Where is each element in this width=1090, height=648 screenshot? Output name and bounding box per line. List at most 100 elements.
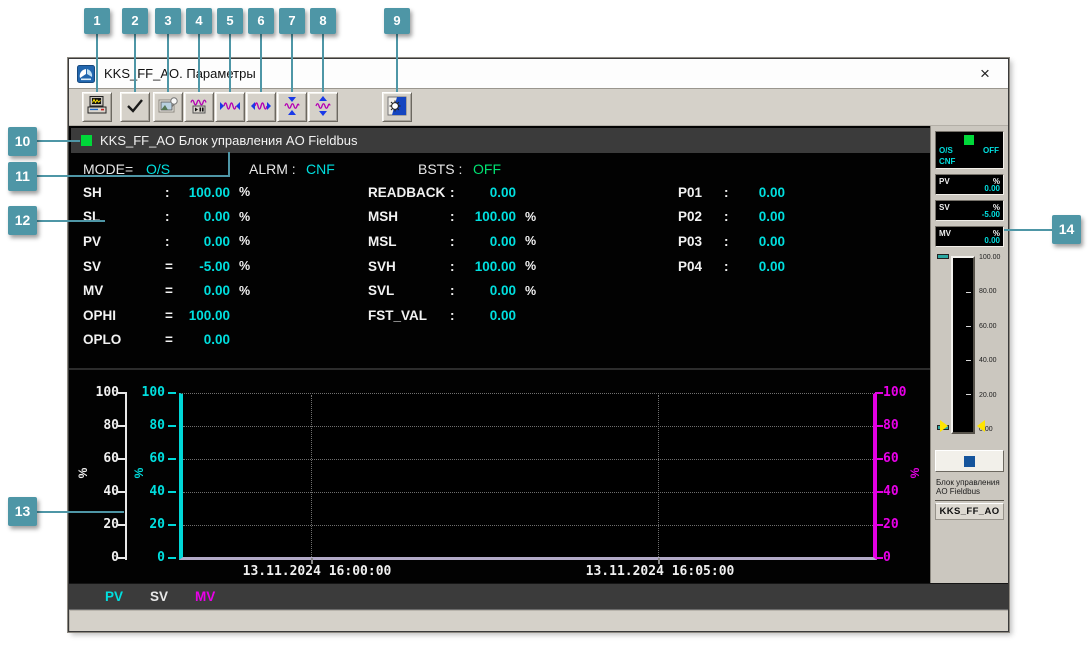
trend-expand-vertical-icon xyxy=(313,95,333,119)
callout-line-6 xyxy=(260,32,262,92)
pv-axis-label: 80 xyxy=(149,418,165,433)
bsts-value: OFF xyxy=(473,161,501,177)
faceplate-mode: O/S xyxy=(939,146,953,155)
callout-line-12 xyxy=(36,220,105,222)
trend-expand-vertical-button[interactable] xyxy=(308,92,338,122)
callout-line-5 xyxy=(229,32,231,92)
faceplate-tag: KKS_FF_AO xyxy=(935,503,1004,520)
mode-value[interactable]: O/S xyxy=(146,157,170,181)
gauge-scale-label: 20.00 xyxy=(979,392,997,399)
mv-axis-label: 60 xyxy=(883,451,899,466)
param-row-sl: SL:0.00% xyxy=(83,209,251,225)
axis-tick xyxy=(168,392,176,394)
callout-9: 9 xyxy=(384,8,410,34)
sv-axis-unit: % xyxy=(76,467,90,479)
trend-legend: PV SV MV xyxy=(69,583,1008,609)
param-row-mv: MV = 0.00% xyxy=(83,283,251,299)
callout-12: 12 xyxy=(8,206,37,235)
axis-tick xyxy=(118,491,125,493)
trend-compress-vertical-button[interactable] xyxy=(277,92,307,122)
axis-tick xyxy=(168,425,176,427)
param-row-msl: MSL:0.00% xyxy=(368,233,537,249)
x-axis-timestamp: 13.11.2024 16:00:00 xyxy=(242,564,392,579)
axis-tick xyxy=(168,491,176,493)
faceplate-sv-box: SV % -5.00 xyxy=(935,200,1004,221)
callout-line-4 xyxy=(198,32,200,92)
trend-expand-horizontal-button[interactable] xyxy=(246,92,276,122)
param-column-3: P01:0.00 P02:0.00 P03:0.00 P04:0.00 xyxy=(678,180,785,278)
theme-toggle-button[interactable] xyxy=(382,92,412,122)
alrm-label: ALRM : xyxy=(249,161,296,177)
trend-pause-icon xyxy=(189,97,209,118)
callout-11: 11 xyxy=(8,162,37,191)
panel-divider xyxy=(69,368,930,370)
high-limit-marker[interactable] xyxy=(937,254,949,259)
window-title: KKS_FF_AO. Параметры xyxy=(104,66,256,81)
callout-10: 10 xyxy=(8,127,37,156)
callout-line-13 xyxy=(36,511,124,513)
trend-compress-horizontal-icon xyxy=(219,97,241,118)
parameters-window: KKS_FF_AO. Параметры × KKS_FF_AO Блок уп… xyxy=(68,58,1009,632)
faceplate-pv-box: PV % 0.00 xyxy=(935,174,1004,195)
titlebar: KKS_FF_AO. Параметры × xyxy=(69,59,1008,89)
gridline-h xyxy=(183,492,873,493)
apply-button[interactable] xyxy=(120,92,150,122)
pv-axis-label: 20 xyxy=(149,517,165,532)
faceplate-bar-gauge: 100.00 80.00 60.00 40.00 20.00 0.00 xyxy=(935,252,1004,444)
window-status-bar xyxy=(69,609,1008,631)
callout-line-3 xyxy=(167,32,169,92)
apply-check-icon xyxy=(125,97,145,118)
param-row-readback: READBACK:0.00 xyxy=(368,184,516,200)
trend-compress-horizontal-button[interactable] xyxy=(215,92,245,122)
callout-line-11 xyxy=(36,175,230,177)
callout-line-10 xyxy=(36,140,80,142)
sv-axis-label: 100 xyxy=(95,385,119,400)
print-screen-button[interactable] xyxy=(82,92,112,122)
callout-2: 2 xyxy=(122,8,148,34)
callout-7: 7 xyxy=(279,8,305,34)
faceplate-stop-button[interactable] xyxy=(935,450,1004,472)
screenshot-canvas: 1 2 3 4 5 6 7 8 9 10 11 12 13 14 KKS_FF_… xyxy=(0,0,1090,648)
trend-expand-horizontal-icon xyxy=(250,97,272,118)
close-button[interactable]: × xyxy=(970,61,1000,87)
mv-axis-label: 40 xyxy=(883,484,899,499)
sv-axis-label: 80 xyxy=(103,418,119,433)
callout-13: 13 xyxy=(8,497,37,526)
setpoint-pointer-right[interactable] xyxy=(977,420,985,432)
stop-square-icon xyxy=(964,455,975,467)
axis-tick xyxy=(168,524,176,526)
mv-axis-label: 0 xyxy=(883,550,891,565)
axis-tick xyxy=(118,392,125,394)
callout-14: 14 xyxy=(1052,215,1081,244)
trend-pause-button[interactable] xyxy=(184,92,214,122)
pv-axis-label: 40 xyxy=(149,484,165,499)
param-row-oplo: OPLO = 0.00 xyxy=(83,332,230,348)
window-content: KKS_FF_AO Блок управления AO Fieldbus MO… xyxy=(69,126,1008,583)
faceplate: O/S OFF CNF PV % 0.00 SV % -5.00 MV % 0.… xyxy=(930,126,1008,583)
gauge-bar xyxy=(951,256,975,434)
setpoint-pointer-left[interactable] xyxy=(940,420,948,432)
callout-line-14 xyxy=(1004,229,1052,231)
callout-5: 5 xyxy=(217,8,243,34)
snapshot-button[interactable] xyxy=(153,92,183,122)
legend-item-mv[interactable]: MV xyxy=(195,589,215,604)
callout-line-2 xyxy=(134,32,136,92)
gauge-scale-label: 80.00 xyxy=(979,288,997,295)
gauge-tick xyxy=(966,394,971,395)
legend-item-pv[interactable]: PV xyxy=(105,589,123,604)
callout-line-1 xyxy=(96,32,98,92)
axis-tick xyxy=(168,458,176,460)
callout-6: 6 xyxy=(248,8,274,34)
axis-tick xyxy=(118,425,125,427)
gauge-scale-label: 60.00 xyxy=(979,323,997,330)
axis-tick xyxy=(875,524,883,526)
snapshot-icon xyxy=(158,96,178,118)
legend-item-sv[interactable]: SV xyxy=(150,589,168,604)
callout-1: 1 xyxy=(84,8,110,34)
axis-tick xyxy=(118,524,125,526)
trend-compress-vertical-icon xyxy=(282,96,302,119)
faceplate-alarm: CNF xyxy=(939,157,956,166)
axis-tick xyxy=(875,557,883,559)
axis-tick xyxy=(168,557,176,559)
faceplate-status-indicator xyxy=(964,135,974,145)
